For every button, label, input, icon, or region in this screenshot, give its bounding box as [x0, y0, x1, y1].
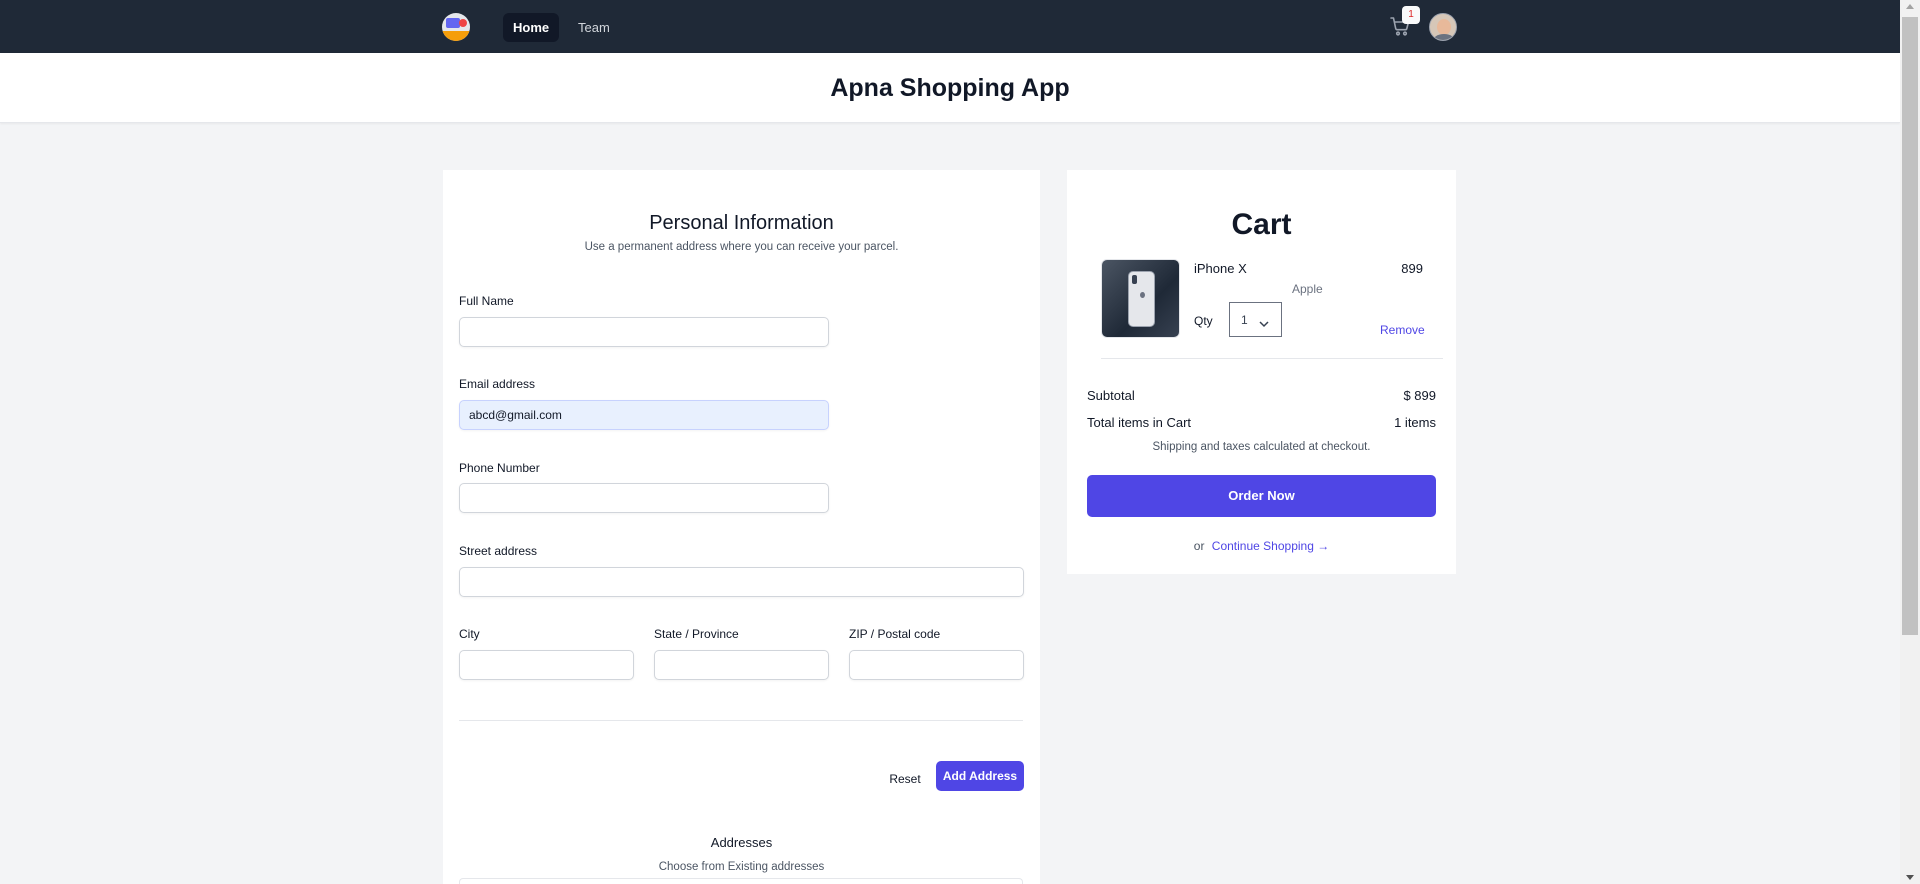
product-name[interactable]: iPhone X [1194, 261, 1247, 276]
nav-link-home[interactable]: Home [503, 13, 560, 42]
email-label: Email address [459, 377, 536, 391]
qty-label: Qty [1194, 314, 1213, 328]
subtotal-row: Subtotal $ 899 [1087, 388, 1436, 403]
product-brand: Apple [1292, 282, 1323, 296]
street-input[interactable] [459, 567, 1024, 597]
total-items-label: Total items in Cart [1087, 415, 1192, 430]
subtotal-label: Subtotal [1087, 388, 1135, 403]
remove-item-button[interactable]: Remove [1380, 323, 1425, 337]
subtotal-value: $ 899 [1403, 388, 1436, 403]
street-label: Street address [459, 544, 538, 558]
continue-shopping-row: or Continue Shopping → [1067, 539, 1456, 553]
shipping-note: Shipping and taxes calculated at checkou… [1152, 441, 1371, 453]
nav-link-team[interactable]: Team [568, 13, 620, 42]
total-items-value: 1 items [1394, 415, 1436, 430]
scroll-down-arrow-icon[interactable] [1906, 875, 1914, 880]
zip-label: ZIP / Postal code [849, 627, 941, 641]
form-title: Personal Information [649, 212, 834, 234]
user-avatar[interactable] [1429, 13, 1457, 41]
cart-title: Cart [1231, 208, 1292, 241]
full-name-label: Full Name [459, 294, 514, 308]
order-now-button[interactable]: Order Now [1087, 475, 1436, 517]
full-name-input[interactable] [459, 317, 829, 347]
or-text: or [1193, 539, 1205, 553]
continue-shopping-link[interactable]: Continue Shopping → [1212, 539, 1329, 553]
phone-label: Phone Number [459, 461, 540, 475]
add-address-button[interactable]: Add Address [936, 761, 1024, 791]
page-title: Apna Shopping App [830, 74, 1070, 102]
cart-divider [1101, 358, 1443, 359]
qty-value: 1 [1241, 313, 1248, 327]
cart-panel: Cart iPhone X 899 Apple Qty 1 Remove Sub… [1067, 170, 1456, 574]
page-scrollbar[interactable] [1900, 0, 1920, 884]
email-input[interactable]: abcd@gmail.com [459, 400, 829, 430]
address-list[interactable] [459, 878, 1023, 884]
addresses-title: Addresses [710, 835, 773, 850]
scrollbar-thumb[interactable] [1902, 17, 1918, 635]
product-price: 899 [1401, 261, 1423, 276]
state-label: State / Province [654, 627, 739, 641]
state-input[interactable] [654, 650, 829, 680]
top-navbar: Home Team 1 [0, 0, 1900, 53]
cart-count-badge: 1 [1402, 6, 1420, 24]
personal-info-form: Personal Information Use a permanent add… [443, 170, 1040, 884]
qty-select[interactable]: 1 [1229, 302, 1282, 337]
form-divider [459, 720, 1023, 721]
phone-input[interactable] [459, 483, 829, 513]
city-label: City [459, 627, 480, 641]
page-header: Apna Shopping App [0, 53, 1900, 123]
zip-input[interactable] [849, 650, 1024, 680]
product-image [1101, 259, 1180, 338]
chevron-down-icon [1259, 317, 1269, 331]
addresses-subtitle: Choose from Existing addresses [658, 861, 825, 873]
city-input[interactable] [459, 650, 634, 680]
form-subtitle: Use a permanent address where you can re… [584, 241, 899, 253]
total-items-row: Total items in Cart 1 items [1087, 415, 1436, 430]
reset-button[interactable]: Reset [880, 764, 930, 794]
scroll-up-arrow-icon[interactable] [1906, 4, 1914, 9]
shopping-logo-icon[interactable] [442, 13, 470, 41]
